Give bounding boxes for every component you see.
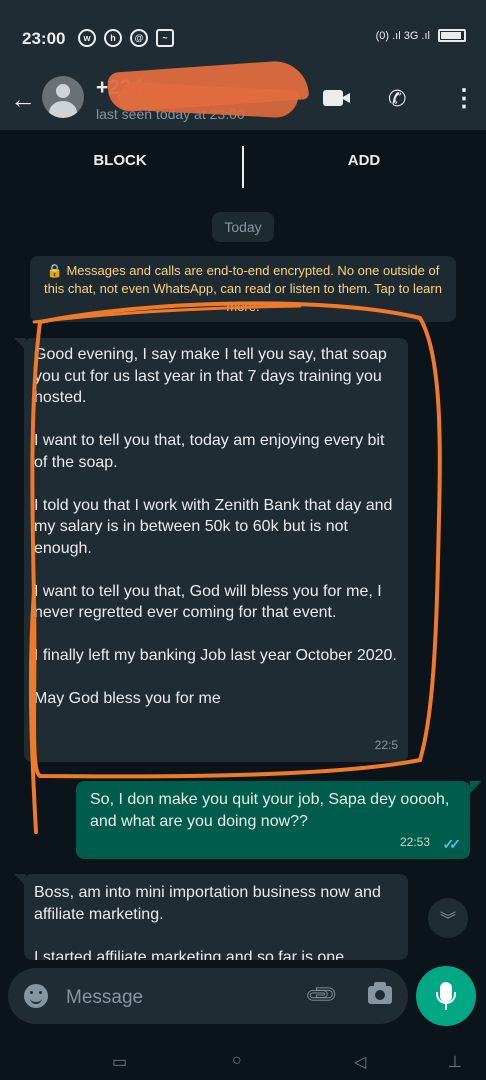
voice-call-icon[interactable]: ✆ (388, 86, 406, 112)
message-paragraph: I told you that I work with Zenith Bank … (34, 496, 393, 557)
message-input[interactable] (64, 984, 288, 1012)
nav-back-icon[interactable]: ◁ (354, 1052, 366, 1072)
mic-button[interactable] (416, 966, 476, 1026)
double-chevron-down-icon[interactable]: ︾ (428, 898, 468, 938)
message-paragraph: I started affiliate marketing and so far… (34, 948, 345, 961)
outgoing-message[interactable]: So, I don make you quit your job, Sapa d… (76, 781, 470, 859)
read-receipt-icon: ✓✓ (442, 835, 462, 852)
block-button[interactable]: BLOCK (60, 152, 180, 169)
battery-icon (438, 29, 466, 42)
message-text: So, I don make you quit your job, Sapa d… (90, 791, 450, 830)
block-add-divider (242, 146, 244, 188)
message-paragraph: Good evening, I say make I tell you say,… (34, 346, 387, 406)
emoji-icon[interactable] (24, 984, 48, 1008)
message-time: 22:5 (374, 737, 398, 752)
incoming-message[interactable]: Boss, am into mini importation business … (24, 874, 408, 960)
incoming-message[interactable]: Good evening, I say make I tell you say,… (24, 338, 408, 762)
more-vert-icon[interactable]: ⋮ (452, 84, 476, 113)
message-paragraph: May God bless you for me (34, 690, 221, 707)
add-contact-button[interactable]: ADD (304, 152, 424, 169)
status-left-icons: w h @ ~ (78, 29, 174, 47)
message-paragraph: I finally left my banking Job last year … (34, 647, 397, 664)
system-nav-bar (0, 1040, 486, 1080)
status-right-icons: (0) .ıl 3G .ıl (376, 29, 466, 42)
message-paragraph: Boss, am into mini importation business … (34, 884, 381, 923)
whatsapp-icon: w (78, 29, 96, 47)
nav-assist-icon[interactable]: ⊥ (448, 1052, 462, 1072)
message-paragraph: I want to tell you that, today am enjoyi… (34, 432, 385, 471)
activity-icon: ~ (156, 29, 174, 47)
notification-icon: h (104, 29, 122, 47)
bubble-tail (470, 781, 482, 793)
at-icon: @ (130, 29, 148, 47)
avatar-body-shape (49, 101, 77, 118)
signal-text: (0) .ıl 3G .ıl (375, 29, 430, 42)
avatar-head-shape (56, 84, 70, 98)
mic-stand-shape (436, 992, 456, 1004)
message-paragraph: I want to tell you that, God will bless … (34, 582, 382, 622)
camera-icon[interactable] (368, 982, 392, 1004)
message-time: 22:53 (399, 834, 430, 849)
arrow-left-icon[interactable]: ← (10, 84, 36, 115)
date-chip: Today (212, 212, 274, 242)
mic-leg-shape (445, 1004, 447, 1010)
avatar[interactable] (42, 76, 84, 118)
status-time: 23:00 (22, 29, 66, 48)
nav-recents-icon[interactable]: ▭ (112, 1052, 127, 1072)
video-call-icon[interactable] (323, 90, 343, 106)
encryption-notice[interactable]: 🔒 Messages and calls are end-to-end encr… (30, 256, 456, 322)
nav-home-icon[interactable]: ○ (232, 1052, 242, 1070)
